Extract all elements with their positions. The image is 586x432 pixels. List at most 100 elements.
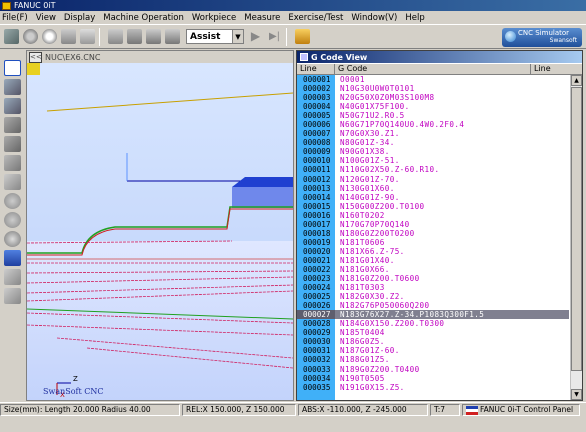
gcode-row[interactable]: 000005 N50G71U2.R0.5 <box>297 111 569 120</box>
open-file-icon[interactable] <box>61 29 76 44</box>
menu-machine-operation[interactable]: Machine Operation <box>103 13 184 23</box>
gcode-row[interactable]: 000016 N160T0202 <box>297 211 569 220</box>
menu-window[interactable]: Window(V) <box>351 13 397 23</box>
gcode-row[interactable]: 000015 N150G00Z200.T0100 <box>297 202 569 211</box>
zoom-icon[interactable] <box>4 174 21 190</box>
collapse-button[interactable]: << <box>29 51 42 63</box>
gcode-row[interactable]: 000034 N190T0505 <box>297 374 569 383</box>
menu-bar: File(F) View Display Machine Operation W… <box>0 11 586 24</box>
vertical-scrollbar[interactable]: ▲ ▼ <box>570 75 582 400</box>
gcode-text: N181T0606 <box>340 237 385 247</box>
gcode-row[interactable]: 000020 N181X66.Z-75. <box>297 247 569 256</box>
gcode-row[interactable]: 000019 N181T0606 <box>297 238 569 247</box>
gcode-row[interactable]: 000025 N182G0X30.Z2. <box>297 292 569 301</box>
gcode-line-number: 000001 <box>303 75 331 84</box>
scroll-thumb[interactable] <box>571 87 582 371</box>
machine-tool-icon[interactable] <box>4 29 19 44</box>
view-top-icon[interactable] <box>4 136 21 152</box>
gcode-row[interactable]: 000024 N181T0303 <box>297 283 569 292</box>
gcode-text: O0001 <box>340 75 365 84</box>
gcode-row[interactable]: 000023 N181G0Z200.T0600 <box>297 274 569 283</box>
gcode-row[interactable]: 000030 N186G0Z5. <box>297 337 569 346</box>
gcode-row[interactable]: 000011 N110G02X50.Z-60.R10. <box>297 165 569 174</box>
scroll-up-icon[interactable]: ▲ <box>571 75 582 86</box>
transfer-icon[interactable] <box>127 29 142 44</box>
view-front-icon[interactable] <box>4 98 21 114</box>
menu-help[interactable]: Help <box>405 13 424 23</box>
gcode-row[interactable]: 000004 N40G01X75F100. <box>297 102 569 111</box>
menu-display[interactable]: Display <box>64 13 95 23</box>
menu-measure[interactable]: Measure <box>244 13 280 23</box>
tool-library-icon[interactable] <box>295 29 310 44</box>
select-view-icon[interactable] <box>4 60 21 76</box>
control-panel-select[interactable]: FANUC 0i-T Control Panel <box>462 404 580 416</box>
menu-workpiece[interactable]: Workpiece <box>192 13 236 23</box>
column-header-gcode[interactable]: G Code <box>335 64 531 74</box>
window-icon[interactable] <box>4 250 21 266</box>
gcode-row[interactable]: 000035 N191G0X15.Z5. <box>297 383 569 392</box>
gcode-row[interactable]: 000032 N188G01Z5. <box>297 355 569 364</box>
gcode-row[interactable]: 000002 N10G30U0W0T0101 <box>297 84 569 93</box>
column-header-line[interactable]: Line <box>297 64 335 74</box>
gcode-row[interactable]: 000027 N183G76X27.Z-34.P1083Q300F1.5 <box>297 310 569 320</box>
rotate-icon[interactable] <box>4 193 21 209</box>
reset-icon[interactable] <box>23 29 38 44</box>
redo-icon[interactable] <box>108 29 123 44</box>
view-side-icon[interactable] <box>4 117 21 133</box>
menu-view[interactable]: View <box>36 13 56 23</box>
app-icon <box>2 1 11 10</box>
gcode-row[interactable]: 000018 N180G0Z200T0200 <box>297 229 569 238</box>
toolpath-icon[interactable] <box>4 269 21 285</box>
section-view-icon[interactable] <box>4 155 21 171</box>
mode-select[interactable]: Assist ▼ <box>186 29 244 44</box>
gcode-row[interactable]: 000026 N182G76P050060Q200 <box>297 301 569 310</box>
title-bar: FANUC 0iT <box>0 0 586 11</box>
gcode-row[interactable]: 000007 N70G0X30.Z1. <box>297 129 569 138</box>
gcode-row[interactable]: 000029 N185T0404 <box>297 328 569 337</box>
gcode-row[interactable]: 000001 O0001 <box>297 75 569 84</box>
gcode-line-number: 000021 <box>303 255 331 265</box>
view-file-title: NUC\EX6.CNC <box>45 52 101 62</box>
gcode-row[interactable]: 000028 N184G0X150.Z200.T0300 <box>297 319 569 328</box>
gcode-row[interactable]: 000033 N189G0Z200.T0400 <box>297 365 569 374</box>
gcode-line-number: 000015 <box>303 201 331 211</box>
gcode-text: N189G0Z200.T0400 <box>340 364 420 374</box>
gcode-row[interactable]: 000003 N20G50X0Z0M03S100M8 <box>297 93 569 102</box>
gcode-text: N130G01X60. <box>340 183 395 193</box>
gcode-text: N181G0Z200.T0600 <box>340 274 420 284</box>
gcode-line-number: 000018 <box>303 228 331 238</box>
file-load-icon[interactable] <box>165 29 180 44</box>
gcode-text: N60G71P70Q140U0.4W0.2F0.4 <box>340 120 465 130</box>
measure-icon[interactable] <box>4 288 21 304</box>
column-header-line-2[interactable]: Line <box>531 64 582 74</box>
gcode-row[interactable]: 000021 N181G01X40. <box>297 256 569 265</box>
menu-file[interactable]: File(F) <box>2 13 28 23</box>
transparent-icon[interactable] <box>4 231 21 247</box>
gcode-line-number: 000003 <box>303 93 331 103</box>
gcode-row[interactable]: 000008 N80G01Z-34. <box>297 138 569 147</box>
gcode-text: N150G00Z200.T0100 <box>340 201 425 211</box>
view-3d-icon[interactable] <box>4 79 21 95</box>
scroll-down-icon[interactable]: ▼ <box>571 389 582 400</box>
open-icon[interactable] <box>42 29 57 44</box>
gcode-row[interactable]: 000006 N60G71P70Q140U0.4W0.2F0.4 <box>297 120 569 129</box>
gcode-row[interactable]: 000012 N120G01Z-70. <box>297 175 569 184</box>
gcode-row[interactable]: 000010 N100G01Z-51. <box>297 156 569 165</box>
gcode-list: 000001 O0001 000002 N10G30U0W0T0101 000003 N2… <box>297 75 569 392</box>
simulation-canvas[interactable]: Z X SwanSoft CNC <box>27 63 293 400</box>
step-icon[interactable]: ▶| <box>267 29 282 44</box>
chevron-down-icon[interactable]: ▼ <box>232 30 243 43</box>
gcode-row[interactable]: 000009 N90G01X38. <box>297 147 569 156</box>
gcode-row[interactable]: 000017 N170G70P70Q140 <box>297 220 569 229</box>
file-save-icon[interactable] <box>146 29 161 44</box>
gcode-row[interactable]: 000022 N181G0X66. <box>297 265 569 274</box>
save-icon[interactable] <box>80 29 95 44</box>
gcode-row[interactable]: 000031 N187G01Z-60. <box>297 346 569 355</box>
gcode-row[interactable]: 000013 N130G01X60. <box>297 184 569 193</box>
gcode-text: N182G0X30.Z2. <box>340 292 405 302</box>
workpiece-body <box>27 241 293 400</box>
gcode-row[interactable]: 000014 N140G01Z-90. <box>297 193 569 202</box>
menu-exercise-test[interactable]: Exercise/Test <box>288 13 343 23</box>
play-icon[interactable]: ▶ <box>248 29 263 44</box>
pan-icon[interactable] <box>4 212 21 228</box>
